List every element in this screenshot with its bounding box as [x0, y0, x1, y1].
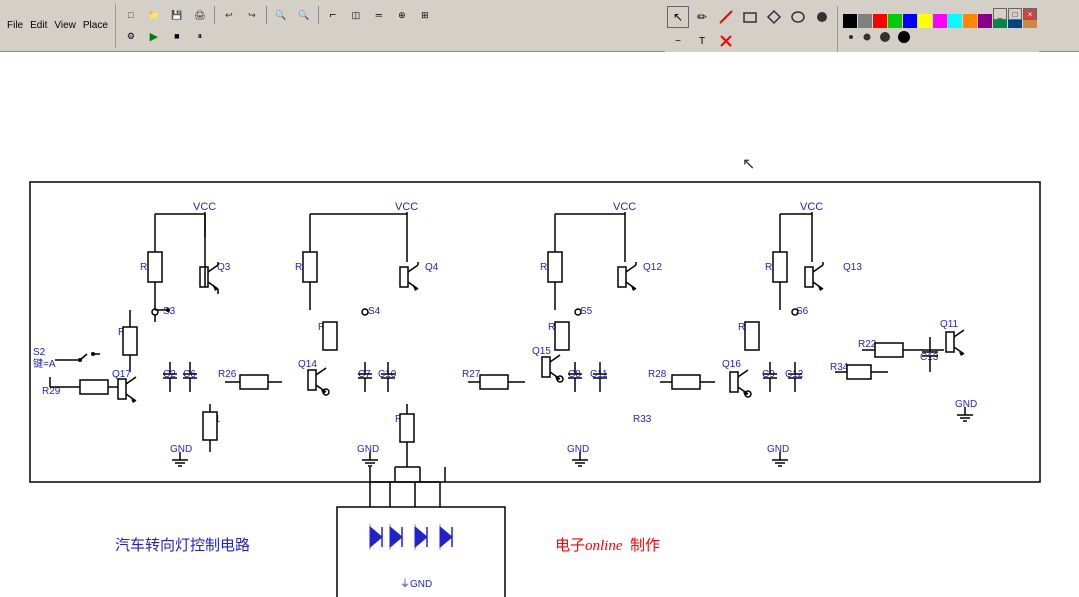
svg-text:R33: R33	[633, 414, 652, 425]
color-red[interactable]	[873, 14, 887, 28]
save-btn[interactable]: 💾	[166, 5, 188, 25]
rect-tool[interactable]	[739, 6, 761, 28]
print-btn[interactable]: 🖨	[189, 5, 211, 25]
svg-text:GND: GND	[170, 444, 192, 455]
svg-text:Q3: Q3	[217, 262, 231, 273]
text-tool[interactable]: T	[691, 30, 713, 52]
pencil-tool[interactable]: ✏	[691, 6, 713, 28]
circle-tool[interactable]	[811, 6, 833, 28]
zoom-out-btn[interactable]: 🔍	[293, 5, 315, 25]
color-cyan[interactable]	[948, 14, 962, 28]
menu-file[interactable]: File	[4, 19, 26, 32]
color-green[interactable]	[888, 14, 902, 28]
color-yellow[interactable]	[918, 14, 932, 28]
svg-text:汽车转向灯控制电路: 汽车转向灯控制电路	[115, 537, 250, 554]
menu-section: File Edit View Place	[4, 4, 116, 48]
svg-text:Q16: Q16	[722, 359, 741, 370]
svg-text:S5: S5	[580, 306, 593, 317]
svg-text:Q4: Q4	[425, 262, 439, 273]
svg-text:Q11: Q11	[940, 319, 959, 330]
window-max[interactable]: □	[1008, 8, 1022, 20]
svg-text:S3: S3	[163, 306, 176, 317]
svg-text:S2: S2	[33, 347, 46, 358]
svg-text:R26: R26	[218, 369, 237, 380]
redo-btn[interactable]: ↪	[241, 5, 263, 25]
menu-view[interactable]: View	[51, 19, 79, 32]
svg-text:VCC: VCC	[800, 201, 823, 213]
svg-text:VCC: VCC	[193, 201, 216, 213]
svg-text:R22: R22	[858, 339, 877, 350]
sim-setup-btn[interactable]: ⚙	[120, 26, 142, 46]
ellipse-tool[interactable]	[787, 6, 809, 28]
place-bus-btn[interactable]: ═	[368, 5, 390, 25]
x-tool[interactable]	[715, 30, 737, 52]
place-component-btn[interactable]: ◫	[345, 5, 367, 25]
svg-text:R27: R27	[462, 369, 481, 380]
main-toolbar[interactable]: File Edit View Place □ 📁 💾 🖨 ↩ ↪ 🔍 🔍 ⌐ ◫…	[0, 0, 1079, 52]
svg-text:⏚GND: ⏚GND	[400, 578, 432, 590]
svg-text:online: online	[585, 538, 623, 554]
svg-text:VCC: VCC	[613, 201, 636, 213]
window-min[interactable]: _	[993, 8, 1007, 20]
svg-text:VCC: VCC	[395, 201, 418, 213]
zoom-in-btn[interactable]: 🔍	[270, 5, 292, 25]
svg-text:GND: GND	[567, 444, 589, 455]
place-net-btn[interactable]: ⊞	[414, 5, 436, 25]
undo-btn[interactable]: ↩	[218, 5, 240, 25]
diamond-tool[interactable]	[763, 6, 785, 28]
place-junction-btn[interactable]: ⊕	[391, 5, 413, 25]
open-btn[interactable]: 📁	[143, 5, 165, 25]
svg-text:GND: GND	[357, 444, 379, 455]
color-orange[interactable]	[963, 14, 977, 28]
window-close[interactable]: ×	[1023, 8, 1037, 20]
sim-stop-btn[interactable]: ■	[166, 26, 188, 46]
new-btn[interactable]: □	[120, 5, 142, 25]
svg-text:Q15: Q15	[532, 346, 551, 357]
select-tool[interactable]: ↖	[667, 6, 689, 28]
sim-pause-btn[interactable]: ⏸	[189, 26, 211, 46]
svg-text:S4: S4	[368, 306, 381, 317]
color-gray[interactable]	[858, 14, 872, 28]
svg-text:电子: 电子	[555, 537, 585, 554]
svg-text:↖: ↖	[742, 156, 755, 173]
draw-toolbar: ↖ ✏ ~ T	[665, 4, 1039, 54]
place-wire-btn[interactable]: ⌐	[322, 5, 344, 25]
bezier-tool[interactable]: ~	[667, 30, 689, 52]
menu-edit[interactable]: Edit	[27, 19, 50, 32]
svg-text:GND: GND	[955, 399, 977, 410]
svg-text:制作: 制作	[630, 537, 660, 554]
color-purple[interactable]	[978, 14, 992, 28]
menu-place[interactable]: Place	[80, 19, 111, 32]
line-tool[interactable]	[715, 6, 737, 28]
svg-text:Q12: Q12	[643, 262, 662, 273]
sim-run-btn[interactable]: ▶	[143, 26, 165, 46]
color-magenta[interactable]	[933, 14, 947, 28]
svg-text:R28: R28	[648, 369, 667, 380]
svg-text:Q14: Q14	[298, 359, 317, 370]
svg-text:Q13: Q13	[843, 262, 862, 273]
schematic-canvas[interactable]: VCC VCC VCC VCC Q3 R5	[0, 52, 1079, 597]
svg-text:GND: GND	[767, 444, 789, 455]
color-black[interactable]	[843, 14, 857, 28]
schematic-svg: VCC VCC VCC VCC Q3 R5	[0, 52, 1079, 597]
color-blue[interactable]	[903, 14, 917, 28]
svg-text:键=A: 键=A	[33, 357, 56, 370]
